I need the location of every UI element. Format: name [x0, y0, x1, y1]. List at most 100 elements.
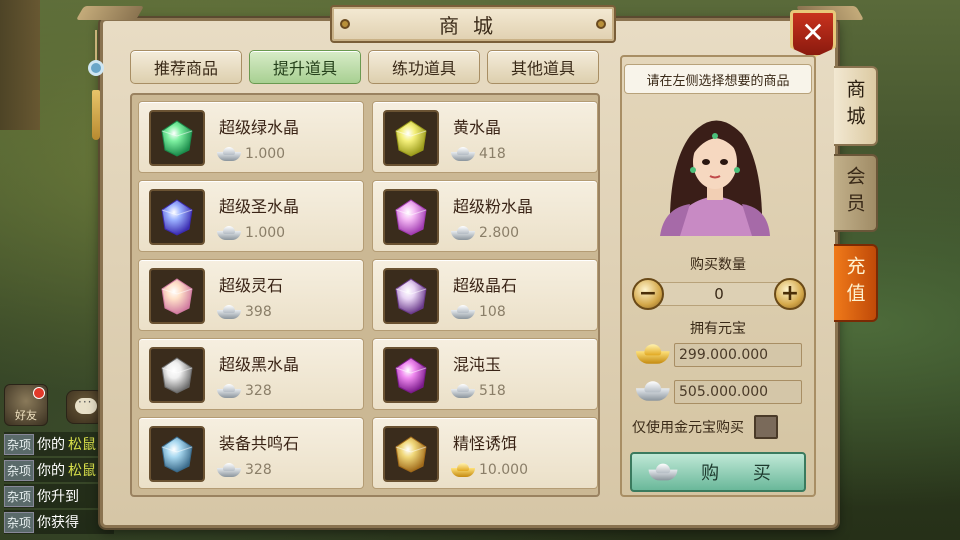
- item-name: 混沌玉: [453, 355, 502, 374]
- notification-dot-icon: [33, 387, 45, 399]
- item-name: 超级绿水晶: [219, 118, 300, 137]
- item-price: 328: [245, 383, 272, 399]
- buy-button[interactable]: 购 买: [630, 452, 806, 492]
- gold-balance: 299.000.000: [674, 343, 802, 367]
- chat-highlight: 松鼠: [68, 463, 97, 479]
- item-price: 518: [479, 383, 506, 399]
- black-crystal-icon: [149, 347, 205, 403]
- tree-trunk: [0, 0, 40, 130]
- item-card[interactable]: 超级粉水晶 2.800: [372, 180, 598, 252]
- item-name: 超级灵石: [219, 276, 284, 295]
- item-price-row: 328: [217, 460, 272, 480]
- silver-ingot-icon: [451, 305, 475, 319]
- item-card[interactable]: 超级黑水晶 328: [138, 338, 364, 410]
- item-price-row: 398: [217, 302, 272, 322]
- item-price: 1.000: [245, 225, 286, 241]
- silver-ingot-icon: [451, 226, 475, 240]
- buy-label: 购 买: [701, 463, 785, 484]
- chaos-jade-icon: [383, 347, 439, 403]
- currency-label: 拥有元宝: [690, 321, 746, 337]
- chat-text: 你升到: [37, 489, 80, 505]
- chat-tag: 杂项: [4, 433, 35, 455]
- item-price-row: 418: [451, 144, 506, 164]
- chat-text: 你的: [37, 463, 66, 479]
- item-price: 328: [245, 462, 272, 478]
- chat-tag: 杂项: [4, 511, 35, 533]
- item-price-row: 1.000: [217, 223, 285, 243]
- friends-label: 好友: [15, 409, 37, 422]
- chat-line: 杂项 你升到: [4, 484, 114, 508]
- chat-highlight: 松鼠: [68, 437, 97, 453]
- minus-button[interactable]: −: [632, 278, 664, 310]
- hint-bubble: 请在左侧选择想要的商品: [624, 64, 812, 94]
- item-price-row: 1.000: [217, 144, 285, 164]
- silver-ingot-icon: [217, 463, 241, 477]
- item-card[interactable]: 黄水晶 418: [372, 101, 598, 173]
- friends-button[interactable]: 好友: [4, 384, 48, 426]
- item-card[interactable]: 精怪诱饵 10.000: [372, 417, 598, 489]
- gold-ingot-icon: [636, 344, 670, 364]
- category-tabs: 推荐商品 提升道具 练功道具 其他道具: [130, 50, 600, 86]
- item-name: 黄水晶: [453, 118, 502, 137]
- item-price: 2.800: [479, 225, 520, 241]
- tab-other-items[interactable]: 其他道具: [487, 50, 599, 84]
- green-crystal-icon: [149, 110, 205, 166]
- side-tab-member[interactable]: 会员: [834, 154, 878, 232]
- chat-tag: 杂项: [4, 459, 35, 481]
- item-price: 1.000: [245, 146, 286, 162]
- item-card[interactable]: 超级绿水晶 1.000: [138, 101, 364, 173]
- resonance-stone-icon: [149, 426, 205, 482]
- silver-ingot-icon: [217, 226, 241, 240]
- silver-ingot-icon: [451, 384, 475, 398]
- item-card[interactable]: 超级灵石 398: [138, 259, 364, 331]
- silver-ingot-icon: [217, 147, 241, 161]
- gold-only-option: 仅使用金元宝购买: [632, 414, 810, 440]
- close-icon: ✕: [801, 16, 825, 49]
- silver-ingot-icon: [636, 381, 670, 401]
- chat-tag: 杂项: [4, 485, 35, 507]
- chat-button[interactable]: [66, 390, 104, 424]
- yellow-crystal-icon: [383, 110, 439, 166]
- shop-title: 商城: [439, 13, 507, 38]
- silver-balance-row: 505.000.000: [636, 380, 804, 406]
- quantity-stepper: 0 − +: [632, 278, 806, 310]
- chat-log: 杂项 你的 松鼠 杂项 你的 松鼠 杂项 你升到 杂项 你获得: [4, 432, 114, 536]
- item-price: 398: [245, 304, 272, 320]
- bait-bag-icon: [383, 426, 439, 482]
- chat-bubble-icon: [75, 395, 97, 414]
- gold-only-checkbox[interactable]: [754, 415, 778, 439]
- silver-ingot-icon: [451, 147, 475, 161]
- tab-recommended[interactable]: 推荐商品: [130, 50, 242, 84]
- item-price: 418: [479, 146, 506, 162]
- spirit-stone-icon: [149, 268, 205, 324]
- side-tab-shop[interactable]: 商城: [834, 66, 878, 146]
- chat-controls: 好友: [4, 384, 104, 428]
- item-price-row: 2.800: [451, 223, 519, 243]
- silver-ingot-icon: [648, 463, 678, 481]
- ornament-icon: [596, 19, 606, 29]
- jade-pendant-icon: [86, 30, 106, 140]
- chat-line: 杂项 你的 松鼠: [4, 432, 114, 456]
- item-name: 超级粉水晶: [453, 197, 534, 216]
- side-tab-recharge[interactable]: 充值: [834, 244, 878, 322]
- pink-crystal-icon: [383, 189, 439, 245]
- item-card[interactable]: 超级圣水晶 1.000: [138, 180, 364, 252]
- item-card[interactable]: 混沌玉 518: [372, 338, 598, 410]
- tab-training-items[interactable]: 练功道具: [368, 50, 480, 84]
- quantity-label: 购买数量: [690, 257, 746, 273]
- item-name: 超级晶石: [453, 276, 518, 295]
- silver-ingot-icon: [217, 305, 241, 319]
- silver-ingot-icon: [217, 384, 241, 398]
- item-price-row: 10.000: [451, 460, 528, 480]
- tab-upgrade-items[interactable]: 提升道具: [249, 50, 361, 84]
- item-price-row: 108: [451, 302, 506, 322]
- chat-line: 杂项 你获得: [4, 510, 114, 534]
- item-card[interactable]: 装备共鸣石 328: [138, 417, 364, 489]
- quantity-value[interactable]: 0: [646, 282, 792, 306]
- item-card[interactable]: 超级晶石 108: [372, 259, 598, 331]
- purple-ore-icon: [383, 268, 439, 324]
- plus-button[interactable]: +: [774, 278, 806, 310]
- gold-balance-row: 299.000.000: [636, 343, 804, 369]
- item-price-row: 518: [451, 381, 506, 401]
- item-name: 超级圣水晶: [219, 197, 300, 216]
